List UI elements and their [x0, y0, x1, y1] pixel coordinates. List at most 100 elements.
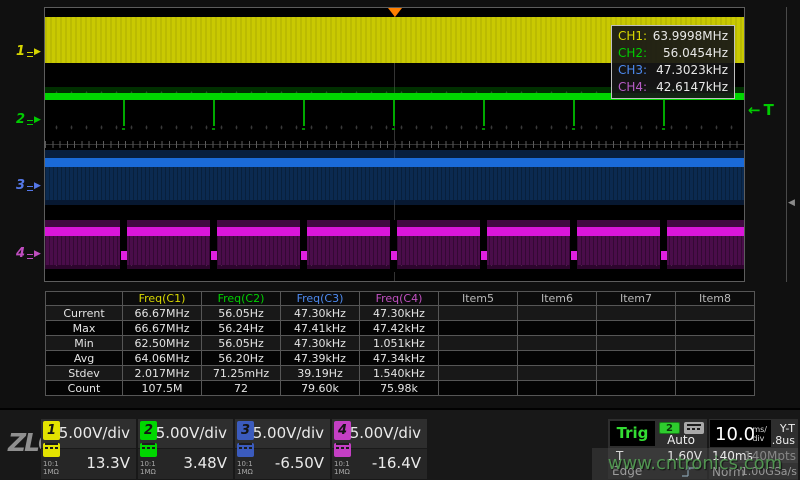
channel-number: 1 [16, 44, 25, 59]
measurement-value-cell: 66.67MHz [123, 306, 202, 321]
measurement-value-cell: 56.20Hz [202, 351, 281, 366]
measurement-value-cell: 56.24Hz [202, 321, 281, 336]
channel-offset: -6.50V [275, 454, 324, 472]
channel-2-settings-card[interactable]: 210:11MΩ5.00V/div3.48V [138, 419, 233, 479]
trigger-position-marker[interactable] [388, 8, 402, 17]
measurement-column-header[interactable]: Freq(C3) [281, 292, 360, 306]
measurement-column-header[interactable]: Item8 [676, 292, 755, 306]
channel-1-position-marker[interactable]: 1▶ [16, 44, 41, 59]
measurement-value-cell: 1.540kHz [360, 366, 439, 381]
dc-coupling-icon [140, 443, 157, 457]
measurement-value-cell: 1.051kHz [360, 336, 439, 351]
measurement-value-cell: 75.98k [360, 381, 439, 396]
channel-3-position-marker[interactable]: 3▶ [16, 178, 41, 193]
measurement-value-cell [597, 336, 676, 351]
watermark: www.cntronics.com [592, 448, 798, 480]
left-arrow-icon: ← [748, 101, 761, 119]
arrow-right-icon: ▶ [34, 115, 41, 125]
channel-1-badge[interactable]: 1 [43, 421, 60, 440]
measurement-value-cell: 66.67MHz [123, 321, 202, 336]
ch4-burst-marker [121, 251, 127, 260]
ch2-pulse-dot [392, 128, 395, 130]
measurement-value-cell [676, 306, 755, 321]
dc-coupling-icon [43, 443, 60, 457]
measurement-value-cell [597, 306, 676, 321]
measurement-column-header[interactable]: Freq(C4) [360, 292, 439, 306]
frequency-readout-panel: CH1:63.9998MHzCH2:56.0454HzCH3:47.3023kH… [611, 25, 735, 99]
ch3-trace [45, 158, 744, 167]
measurement-value-cell [439, 381, 518, 396]
measurement-value-cell: 47.41kHz [281, 321, 360, 336]
measurement-value-cell: 62.50MHz [123, 336, 202, 351]
measurement-column-header[interactable]: Item7 [597, 292, 676, 306]
measurement-value-cell [518, 321, 597, 336]
measurement-column-header[interactable]: Freq(C2) [202, 292, 281, 306]
channel-4-settings-card[interactable]: 410:11MΩ5.00V/div-16.4V [332, 419, 427, 479]
channel-4-badge[interactable]: 4 [334, 421, 351, 440]
ch4-burst-gap [390, 220, 397, 272]
measurement-value-cell: 47.34kHz [360, 351, 439, 366]
ch2-pulse-dot [662, 128, 665, 130]
ch2-pulse [663, 100, 665, 126]
measurement-value-cell: 72 [202, 381, 281, 396]
freq-readout-value: 63.9998MHz [653, 29, 728, 44]
channel-2-position-marker[interactable]: 2▶ [16, 112, 41, 127]
measurement-value-cell [439, 306, 518, 321]
measurement-table: Freq(C1)Freq(C2)Freq(C3)Freq(C4)Item5Ite… [45, 291, 755, 396]
measurement-value-cell [518, 366, 597, 381]
probe-ratio: 10:11MΩ [334, 460, 352, 476]
channel-offset: 3.48V [183, 454, 227, 472]
measurement-row-label: Min [46, 336, 123, 351]
measurement-row: Max66.67MHz56.24Hz47.41kHz47.42kHz [46, 321, 755, 336]
measurement-column-header[interactable]: Freq(C1) [123, 292, 202, 306]
freq-readout-row: CH3:47.3023kHz [612, 62, 734, 79]
ch4-burst-marker [571, 251, 577, 260]
probe-ratio: 10:11MΩ [237, 460, 255, 476]
measurement-row: Count107.5M7279.60k75.98k [46, 381, 755, 396]
measurement-value-cell [518, 381, 597, 396]
freq-readout-value: 42.6147kHz [656, 80, 728, 95]
measurement-column-header[interactable]: Item5 [439, 292, 518, 306]
ch4-burst-gap [300, 220, 307, 272]
measurement-value-cell [518, 306, 597, 321]
measurement-value-cell: 56.05Hz [202, 306, 281, 321]
measurement-row-label: Avg [46, 351, 123, 366]
measurement-row: Avg64.06MHz56.20Hz47.39kHz47.34kHz [46, 351, 755, 366]
ch2-pulse [393, 100, 395, 126]
ch4-burst-gap [660, 220, 667, 272]
ch4-burst-gap [480, 220, 487, 272]
measurement-value-cell [597, 321, 676, 336]
channel-3-badge[interactable]: 3 [237, 421, 254, 440]
measurement-value-cell [439, 351, 518, 366]
measurement-row-label: Max [46, 321, 123, 336]
measurement-value-cell [439, 321, 518, 336]
channel-1-settings-card[interactable]: 110:11MΩ5.00V/div13.3V [41, 419, 136, 479]
arrow-right-icon: ▶ [34, 249, 41, 259]
channel-scale: 5.00V/div [156, 424, 227, 442]
measurement-row: Stdev2.017MHz71.25mHz39.19Hz1.540kHz [46, 366, 755, 381]
measurement-value-cell: 47.30kHz [281, 306, 360, 321]
channel-number: 2 [16, 112, 25, 127]
channel-3-settings-card[interactable]: 310:11MΩ5.00V/div-6.50V [235, 419, 330, 479]
measurement-value-cell: 71.25mHz [202, 366, 281, 381]
freq-readout-value: 47.3023kHz [656, 63, 728, 78]
menu-collapse-arrow[interactable]: ◀ [788, 198, 795, 208]
channel-4-position-marker[interactable]: 4▶ [16, 246, 41, 261]
channel-scale: 5.00V/div [59, 424, 130, 442]
timebase-scale: 10.0 [715, 424, 755, 445]
timebase-unit: ms/div [752, 425, 767, 443]
measurement-column-header[interactable]: Item6 [518, 292, 597, 306]
measurement-column-header[interactable] [46, 292, 123, 306]
measurement-value-cell [597, 381, 676, 396]
trigger-level-marker[interactable]: ←T [748, 100, 774, 119]
ground-icon [27, 186, 33, 191]
ch4-burst-marker [301, 251, 307, 260]
freq-readout-value: 56.0454Hz [663, 46, 728, 61]
measurement-row: Min62.50MHz56.05Hz47.30kHz1.051kHz [46, 336, 755, 351]
ch4-trace [45, 220, 744, 272]
ch2-pulse [213, 100, 215, 126]
waveform-plot[interactable]: CH1:63.9998MHzCH2:56.0454HzCH3:47.3023kH… [44, 7, 745, 282]
ch2-pulse [483, 100, 485, 126]
freq-readout-row: CH4:42.6147kHz [612, 79, 734, 96]
channel-2-badge[interactable]: 2 [140, 421, 157, 440]
